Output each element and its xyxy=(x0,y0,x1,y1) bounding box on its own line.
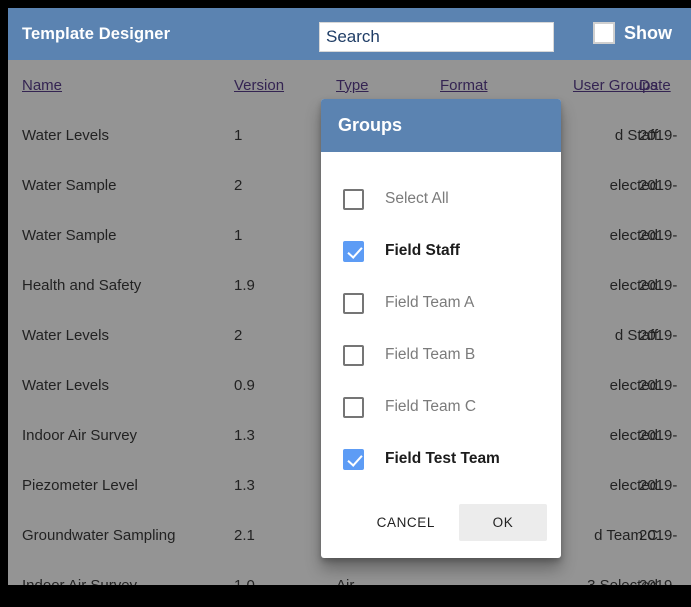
checkbox-unchecked-icon[interactable] xyxy=(343,344,364,366)
groups-dialog: Groups Select All Field Staff Field Team A… xyxy=(321,99,561,558)
page-title: Template Designer xyxy=(22,24,171,43)
dialog-title: Groups xyxy=(338,115,403,135)
checkbox-checked-icon[interactable] xyxy=(343,240,364,262)
group-option-label: Field Team C xyxy=(385,398,477,415)
dialog-actions: CANCEL OK xyxy=(321,486,561,558)
group-option-label: Field Staff xyxy=(385,242,460,259)
group-option-label: Select All xyxy=(385,190,449,207)
dialog-header: Groups xyxy=(321,99,561,152)
window-bottom-gutter xyxy=(0,585,691,607)
application-window: Template Designer Show Name Version Type… xyxy=(8,8,691,585)
group-option-label: Field Team A xyxy=(385,294,475,311)
checkbox-unchecked-icon[interactable] xyxy=(343,188,364,210)
ok-button[interactable]: OK xyxy=(459,503,547,541)
app-bar: Template Designer Show xyxy=(8,8,691,60)
group-option-row[interactable]: Field Staff xyxy=(321,225,561,277)
group-option-row[interactable]: Field Team A xyxy=(321,277,561,329)
group-option-row[interactable]: Field Team C xyxy=(321,381,561,433)
checkbox-unchecked-icon[interactable] xyxy=(343,292,364,314)
group-option-row[interactable]: Field Team B xyxy=(321,329,561,381)
cancel-button[interactable]: CANCEL xyxy=(361,505,451,540)
search-input[interactable] xyxy=(319,22,554,52)
group-option-label: Field Test Team xyxy=(385,450,500,467)
checkbox-unchecked-icon[interactable] xyxy=(343,396,364,418)
checkbox-checked-icon[interactable] xyxy=(343,448,364,470)
group-option-row[interactable]: Field Test Team xyxy=(321,433,561,485)
show-toggle-label: Show xyxy=(624,22,672,43)
group-option-row[interactable]: Select All xyxy=(321,173,561,225)
show-checkbox-icon[interactable] xyxy=(593,22,615,44)
group-option-label: Field Team B xyxy=(385,346,476,363)
dialog-body: Select All Field Staff Field Team A Field T… xyxy=(321,152,561,485)
show-toggle[interactable]: Show xyxy=(593,22,672,44)
